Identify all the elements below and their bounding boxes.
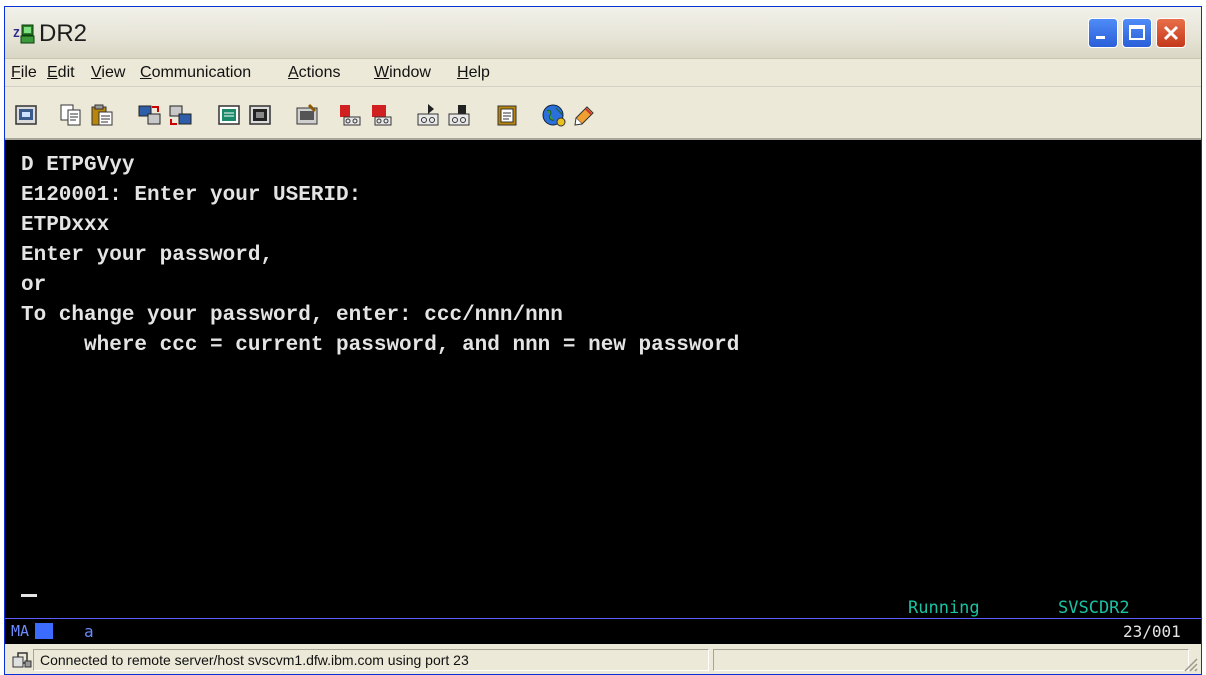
receive-icon[interactable] <box>169 103 193 127</box>
menu-actions[interactable]: Actions <box>288 64 340 82</box>
play-icon[interactable] <box>416 103 440 127</box>
menu-edit[interactable]: Edit <box>47 64 75 82</box>
menu-help[interactable]: Help <box>457 64 490 82</box>
display-icon[interactable] <box>217 103 241 127</box>
paste-icon[interactable] <box>90 103 114 127</box>
status-running: Running <box>908 598 980 618</box>
toolbar <box>5 87 1201 140</box>
connection-icon <box>12 652 32 668</box>
keypad-icon[interactable] <box>248 103 272 127</box>
oia-indicator: a <box>84 622 94 641</box>
send-icon[interactable] <box>138 103 162 127</box>
oia-mode: MA <box>11 622 30 640</box>
terminal-line: where ccc = current password, and nnn = … <box>21 334 740 357</box>
terminal-line: To change your password, enter: ccc/nnn/… <box>21 304 563 327</box>
oia-connection-indicator <box>35 623 53 639</box>
emulator-window: Z DR2 File Edit View Communication Actio… <box>4 6 1202 675</box>
copy-icon[interactable] <box>59 103 83 127</box>
edit-icon[interactable] <box>573 103 597 127</box>
terminal-line: or <box>21 274 47 297</box>
globe-icon[interactable] <box>542 103 566 127</box>
minimize-button[interactable] <box>1088 18 1118 48</box>
pause-icon[interactable] <box>447 103 471 127</box>
terminal-screen[interactable]: D ETPGVyy E120001: Enter your USERID: ET… <box>5 140 1201 618</box>
terminal-line: ETPDxxx <box>21 214 110 237</box>
text-cursor <box>21 594 37 597</box>
macro-icon[interactable] <box>295 103 319 127</box>
session-name: SVSCDR2 <box>1058 598 1130 618</box>
operator-info-area: MA a 23/001 <box>5 618 1201 644</box>
clipboard-icon[interactable] <box>495 103 519 127</box>
maximize-icon <box>1129 25 1145 40</box>
record-icon[interactable] <box>338 103 362 127</box>
terminal-line: E120001: Enter your USERID: <box>21 184 362 207</box>
menu-window[interactable]: Window <box>374 64 431 82</box>
minimize-icon <box>1096 36 1105 39</box>
window-title: DR2 <box>39 20 88 47</box>
menu-view[interactable]: View <box>91 64 125 82</box>
status-panel-empty <box>713 649 1189 671</box>
title-bar[interactable]: Z DR2 <box>5 7 1201 59</box>
close-button[interactable] <box>1156 18 1186 48</box>
status-bar: Connected to remote server/host svscvm1.… <box>5 645 1201 674</box>
svg-text:Z: Z <box>13 27 20 40</box>
terminal-line: Enter your password, <box>21 244 274 267</box>
status-message: Connected to remote server/host svscvm1.… <box>33 649 709 671</box>
terminal-app-icon: Z <box>13 24 35 44</box>
cursor-position: 23/001 <box>1123 622 1181 641</box>
menu-file[interactable]: File <box>11 64 37 82</box>
maximize-button[interactable] <box>1122 18 1152 48</box>
close-icon <box>1163 25 1179 41</box>
resize-grip-icon[interactable] <box>1181 655 1199 673</box>
print-screen-icon[interactable] <box>14 103 38 127</box>
menu-communication[interactable]: Communication <box>140 64 251 82</box>
stop-icon[interactable] <box>369 103 393 127</box>
terminal-line: D ETPGVyy <box>21 154 135 177</box>
menu-bar: File Edit View Communication Actions Win… <box>5 60 1201 87</box>
